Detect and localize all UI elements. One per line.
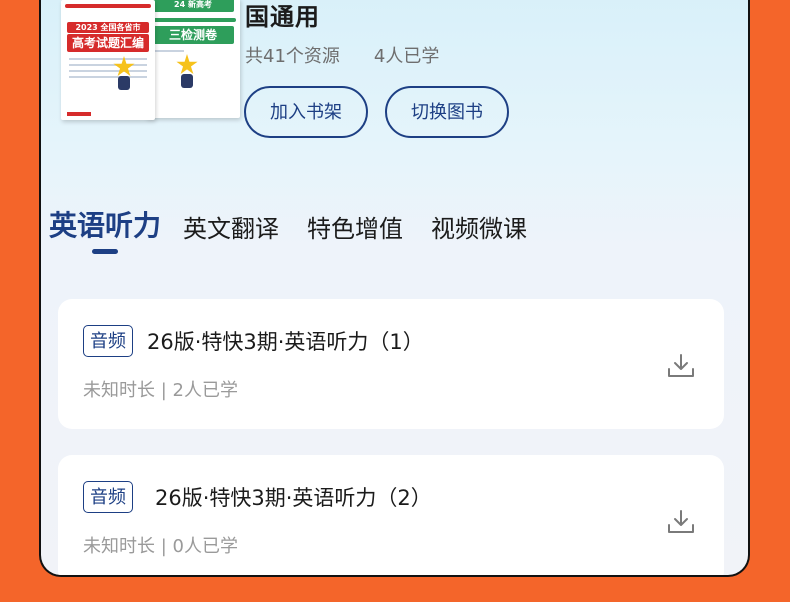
audio-badge: 音频: [83, 325, 133, 357]
tab-english-translation[interactable]: 英文翻译: [183, 209, 279, 254]
cover-line: [154, 50, 184, 52]
list-item[interactable]: 音频 26版·特快3期·英语听力（2） 未知时长 | 0人已学: [58, 455, 724, 575]
tab-english-listening[interactable]: 英语听力: [49, 204, 161, 254]
download-icon[interactable]: [666, 351, 696, 381]
tab-label: 英语听力: [49, 209, 162, 242]
book-title: 国通用: [245, 3, 320, 31]
add-to-shelf-button[interactable]: 加入书架: [244, 86, 368, 138]
book-actions: 加入书架 切换图书: [244, 86, 509, 138]
cover-strip: [65, 4, 151, 8]
category-tabs: 英语听力 英文翻译 特色增值 视频微课: [49, 204, 555, 254]
book-detail-panel: 24 新高考 三检测卷 2023 全国各省市 高考试题汇编 国通用 共41个资源…: [39, 0, 750, 577]
active-tab-indicator: [92, 249, 118, 254]
resource-count: 共41个资源: [245, 46, 340, 67]
learner-count: 4人已学: [373, 46, 440, 67]
tab-label: 特色增值: [307, 215, 404, 243]
item-title: 26版·特快3期·英语听力（2）: [155, 486, 432, 510]
mascot-star-icon: [176, 54, 198, 75]
tab-label: 英文翻译: [183, 215, 280, 243]
audio-badge: 音频: [83, 481, 133, 513]
book-stats: 共41个资源 4人已学: [245, 42, 439, 68]
book-cover[interactable]: 2023 全国各省市 高考试题汇编: [61, 0, 155, 120]
cover-band: 高考试题汇编: [67, 34, 149, 52]
item-title: 26版·特快3期·英语听力（1）: [147, 330, 424, 354]
list-item[interactable]: 音频 26版·特快3期·英语听力（1） 未知时长 | 2人已学: [58, 299, 724, 429]
cover-subband: 2023 全国各省市: [67, 22, 149, 33]
cover-band: 三检测卷: [152, 26, 234, 44]
cover-line: [69, 70, 147, 72]
cover-strip: [150, 18, 236, 22]
mascot-body-icon: [118, 76, 130, 90]
switch-book-button[interactable]: 切换图书: [385, 86, 509, 138]
cover-line: [69, 58, 147, 60]
cover-line: [69, 76, 147, 78]
item-meta: 未知时长 | 2人已学: [83, 380, 238, 401]
tab-label: 视频微课: [431, 215, 528, 243]
tab-video-lessons[interactable]: 视频微课: [431, 209, 527, 254]
mascot-body-icon: [181, 74, 193, 88]
tab-featured-extras[interactable]: 特色增值: [307, 209, 403, 254]
app-screen: 24 新高考 三检测卷 2023 全国各省市 高考试题汇编 国通用 共41个资源…: [0, 0, 790, 602]
publisher-mark: [67, 112, 91, 116]
download-icon[interactable]: [666, 507, 696, 537]
cover-line: [69, 64, 147, 66]
book-cover-secondary[interactable]: 24 新高考 三检测卷: [146, 0, 240, 118]
item-meta: 未知时长 | 0人已学: [83, 536, 238, 557]
cover-subband: 24 新高考: [152, 0, 234, 12]
